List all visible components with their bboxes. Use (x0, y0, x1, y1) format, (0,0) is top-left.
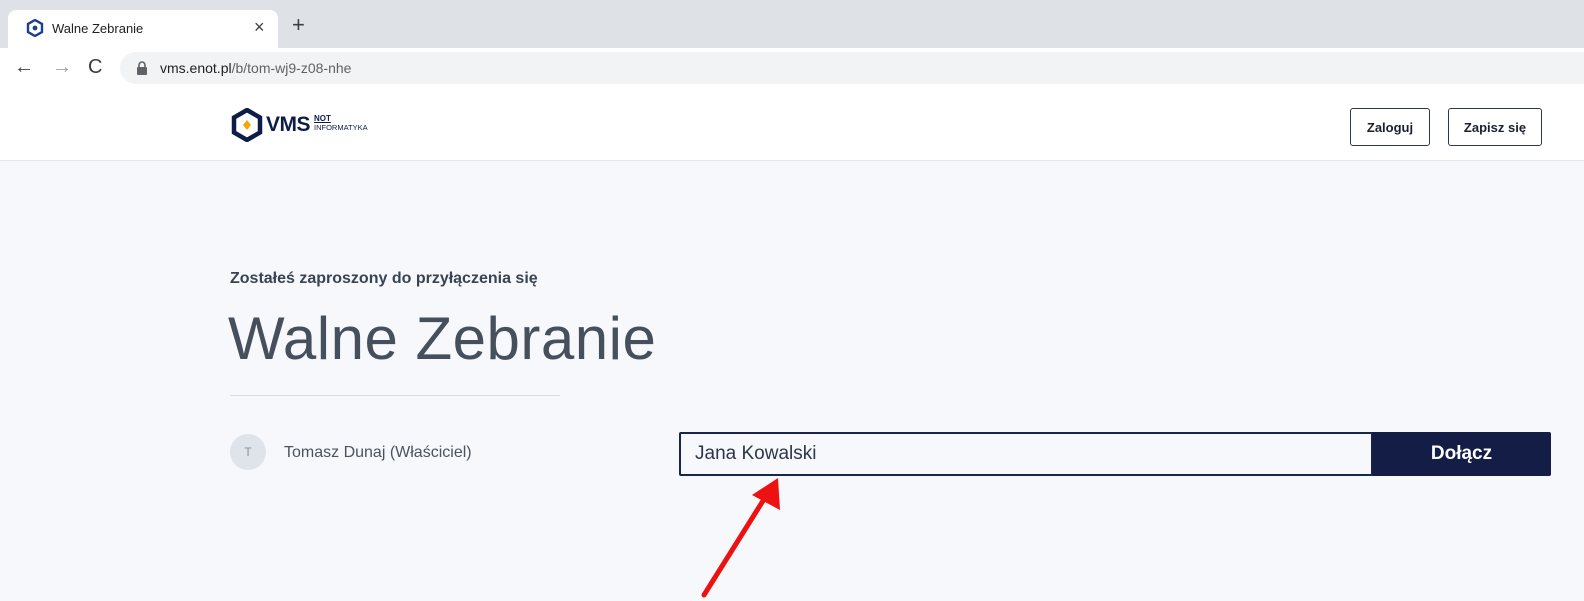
address-bar[interactable]: vms.enot.pl/b/tom-wj9-z08-nhe (120, 52, 1584, 84)
logo-not-text: NOT (314, 114, 331, 123)
tab-title: Walne Zebranie (52, 21, 144, 36)
join-button[interactable]: Dołącz (1372, 432, 1551, 476)
browser-tab[interactable]: Walne Zebranie × (8, 10, 278, 48)
lock-icon (137, 61, 147, 75)
owner-name: Tomasz Dunaj (Właściciel) (284, 444, 472, 461)
page-title: Walne Zebranie (228, 305, 657, 372)
reload-icon[interactable]: C (88, 56, 102, 78)
tab-close-icon[interactable]: × (254, 17, 265, 37)
logo-mark-icon (231, 108, 263, 142)
url-text: vms.enot.pl/b/tom-wj9-z08-nhe (160, 60, 351, 76)
vms-logo[interactable]: VMS NOT INFORMATYKA (230, 106, 430, 144)
browser-toolbar: ← → C vms.enot.pl/b/tom-wj9-z08-nhe (0, 48, 1584, 88)
site-header: VMS NOT INFORMATYKA Zaloguj Zapisz się (0, 88, 1584, 161)
url-host: vms.enot.pl (160, 60, 232, 76)
back-arrow-icon[interactable]: ← (14, 56, 34, 78)
url-path: /b/tom-wj9-z08-nhe (231, 60, 352, 76)
logo-sub-text: INFORMATYKA (314, 123, 368, 132)
vms-favicon-icon (26, 19, 44, 37)
invite-label: Zostałeś zaproszony do przyłączenia się (230, 270, 538, 287)
forward-arrow-icon[interactable]: → (52, 56, 72, 78)
logo-brand-text: VMS (266, 113, 311, 136)
avatar: T (230, 434, 266, 470)
browser-tabstrip: Walne Zebranie × + (0, 0, 1584, 48)
annotation-arrow (701, 478, 780, 598)
login-button[interactable]: Zaloguj (1350, 108, 1430, 146)
title-divider (230, 395, 560, 396)
new-tab-button[interactable]: + (292, 14, 305, 36)
signup-button[interactable]: Zapisz się (1448, 108, 1542, 146)
